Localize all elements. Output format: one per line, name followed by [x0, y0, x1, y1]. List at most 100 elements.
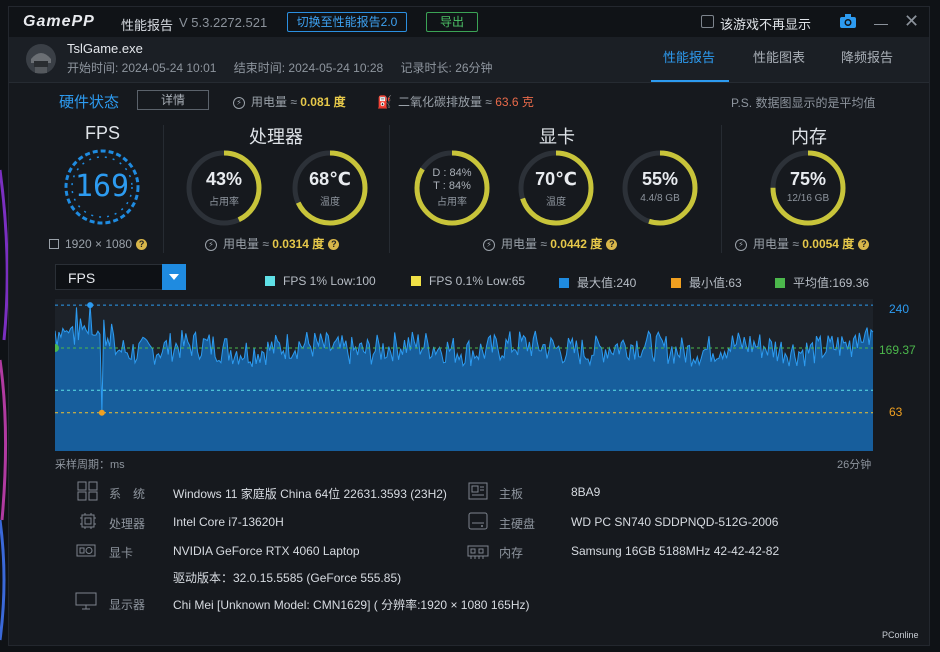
power-icon: ⚡ — [205, 238, 217, 251]
game-exe-name: TslGame.exe — [67, 41, 143, 56]
dont-show-label: 该游戏不再显示 — [720, 17, 812, 32]
cpu-value: Intel Core i7-13620H — [173, 515, 284, 529]
title-bar: GamePP 性能报告 V 5.3.2272.521 切换至性能报告2.0 导出… — [9, 7, 929, 37]
gamepp-logo: GamePP — [23, 13, 95, 30]
legend-swatch — [559, 278, 569, 288]
help-icon[interactable]: ? — [858, 239, 870, 251]
gpu-temp-value: 70℃ — [535, 169, 577, 189]
help-icon[interactable]: ? — [328, 239, 340, 251]
switch-report-button[interactable]: 切换至性能报告2.0 — [287, 12, 407, 32]
tab-throttle-report[interactable]: 降频报告 — [841, 47, 893, 66]
help-icon[interactable]: ? — [136, 239, 148, 251]
dont-show-checkbox[interactable] — [701, 15, 714, 28]
start-time: 开始时间: 2024-05-24 10:01 — [67, 61, 217, 75]
tab-performance-charts[interactable]: 性能图表 — [753, 47, 805, 66]
gpu-value: NVIDIA GeForce RTX 4060 Laptop — [173, 544, 360, 558]
gpu-vram-gauge: 55% 4.4/8 GB — [621, 149, 699, 227]
divider — [721, 125, 722, 253]
co2-icon: ⛽ — [377, 95, 392, 109]
total-power: ⚡ 用电量 ≈ 0.081 度 — [233, 93, 346, 110]
tab-performance-report[interactable]: 性能报告 — [663, 47, 715, 66]
metric-select-value: FPS — [68, 270, 96, 286]
hardware-status-row: 硬件状态 详情 ⚡ 用电量 ≈ 0.081 度 ⛽ 二氧化碳排放量 ≈ 63.6 克… — [9, 90, 929, 115]
gpu-usage-label: 占用率 — [437, 197, 467, 208]
gpu-t-usage: T : 84% — [433, 180, 471, 192]
cpu-icon — [80, 513, 96, 529]
legend-swatch — [775, 278, 785, 288]
monitor-icon — [49, 239, 59, 249]
gpu-section-title: 显卡 — [539, 127, 575, 147]
fps-section-title: FPS — [85, 123, 121, 143]
legend-min: 最小值:63 — [671, 274, 742, 291]
legend-swatch — [265, 276, 275, 286]
session-times: 开始时间: 2024-05-24 10:01 结束时间: 2024-05-24 … — [67, 59, 507, 76]
x-axis-unit: 采样周期：ms — [55, 459, 125, 471]
report-header: TslGame.exe 开始时间: 2024-05-24 10:01 结束时间:… — [9, 37, 929, 83]
version-label: V 5.3.2272.521 — [179, 15, 268, 30]
gpu-icon — [76, 544, 96, 557]
gpu-temp-gauge: 70℃ 温度 — [517, 149, 595, 227]
legend-1pct-low: FPS 1% Low:100 — [265, 274, 376, 288]
pconline-watermark: PConline — [882, 630, 919, 640]
memory-value: Samsung 16GB 5188MHz 42-42-42-82 — [571, 544, 780, 558]
average-note: P.S. 数据图显示的是平均值 — [731, 96, 876, 110]
details-button[interactable]: 详情 — [137, 90, 209, 110]
gpu-vram-detail: 4.4/8 GB — [640, 193, 680, 204]
cpu-usage-label: 占用率 — [209, 197, 239, 208]
cpu-usage-gauge: 43% 占用率 — [185, 149, 263, 227]
disk-label: 主硬盘 — [499, 517, 536, 531]
memory-label: 内存 — [499, 546, 524, 560]
active-tab-indicator — [651, 80, 729, 82]
cpu-section-title: 处理器 — [249, 127, 303, 147]
disk-value: WD PC SN740 SDDPNQD-512G-2006 — [571, 515, 779, 529]
metric-select[interactable]: FPS — [55, 264, 186, 290]
min-label: 63 — [889, 405, 903, 419]
report-window: GamePP 性能报告 V 5.3.2272.521 切换至性能报告2.0 导出… — [8, 6, 930, 646]
legend-avg: 平均值:169.36 — [775, 274, 869, 291]
display-value: Chi Mei [Unknown Model: CMN1629] ( 分辨率:1… — [173, 598, 530, 612]
camera-icon[interactable] — [839, 13, 857, 29]
record-duration: 记录时长: 26分钟 — [400, 61, 493, 75]
motherboard-value: 8BA9 — [571, 485, 601, 499]
motherboard-icon — [468, 482, 488, 500]
cpu-usage-value: 43% — [205, 169, 243, 189]
cpu-power: ⚡ 用电量 ≈ 0.0314 度? — [205, 235, 340, 252]
divider — [163, 125, 164, 253]
mem-power: ⚡ 用电量 ≈ 0.0054 度? — [735, 235, 870, 252]
disk-icon — [468, 512, 488, 530]
cpu-temp-gauge: 68℃ 温度 — [291, 149, 369, 227]
power-icon: ⚡ — [483, 238, 495, 251]
memory-icon — [467, 545, 489, 559]
gpu-usage-gauge: D : 84% T : 84% 占用率 — [413, 149, 491, 227]
gpu-d-usage: D : 84% — [432, 167, 472, 179]
export-button[interactable]: 导出 — [426, 12, 478, 32]
gpu-vram-value: 55% — [641, 169, 679, 189]
mem-usage-gauge: 75% 12/16 GB — [769, 149, 847, 227]
gpu-driver-value: 驱动版本：32.0.15.5585 (GeForce 555.85) — [173, 571, 402, 585]
gpu-label: 显卡 — [109, 546, 134, 560]
game-avatar — [26, 44, 56, 74]
mem-usage-value: 75% — [789, 169, 827, 189]
gpu-power: ⚡ 用电量 ≈ 0.0442 度? — [483, 235, 618, 252]
monitor-icon — [75, 592, 97, 610]
legend-swatch — [411, 276, 421, 286]
hardware-status-title: 硬件状态 — [59, 94, 120, 111]
divider — [389, 125, 390, 253]
power-icon: ⚡ — [735, 238, 747, 251]
close-icon[interactable]: ✕ — [904, 11, 919, 32]
avg-fps-value: 169 — [74, 169, 130, 204]
minimize-icon[interactable] — [874, 24, 888, 25]
help-icon[interactable]: ? — [606, 239, 618, 251]
co2-emission: ⛽ 二氧化碳排放量 ≈ 63.6 克 — [377, 95, 534, 109]
gpu-temp-label: 温度 — [546, 197, 566, 208]
mem-usage-detail: 12/16 GB — [786, 193, 830, 204]
legend-max: 最大值:240 — [559, 274, 636, 291]
end-time: 结束时间: 2024-05-24 10:28 — [233, 61, 384, 75]
cpu-label: 处理器 — [109, 517, 146, 531]
cpu-temp-value: 68℃ — [309, 169, 351, 189]
motherboard-label: 主板 — [499, 487, 524, 501]
os-label: 系 统 — [109, 487, 146, 501]
legend-swatch — [671, 278, 681, 288]
max-label: 240 — [889, 302, 910, 316]
chevron-down-icon[interactable] — [162, 264, 186, 290]
